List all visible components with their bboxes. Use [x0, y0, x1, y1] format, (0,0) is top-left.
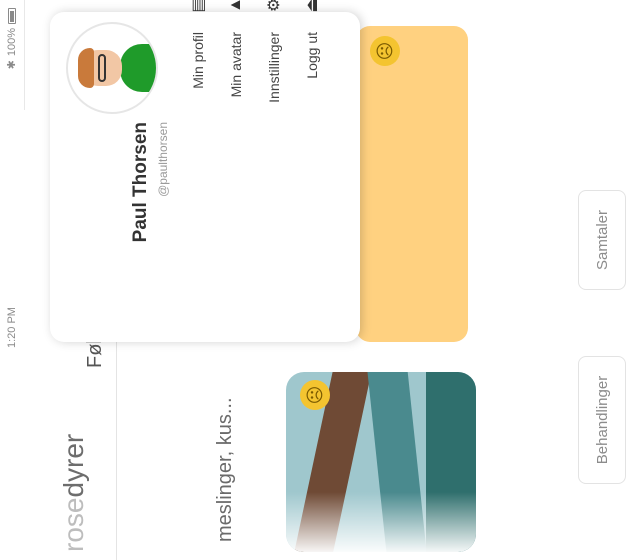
menu-item-label: Min profil — [190, 32, 206, 89]
status-time: 1:20 PM — [6, 307, 18, 348]
avatar-icon: ▲ — [227, 0, 244, 13]
menu-item-label: Min avatar — [228, 32, 244, 98]
avatar-shirt — [120, 44, 158, 92]
rotated-screen: 1:20 PM ✱ 100% rosedyrer Føle meslinger,… — [0, 0, 642, 560]
page-title: rosedyrer — [58, 434, 90, 552]
menu-item-innstillinger[interactable]: Innstillinger ⚙ — [258, 0, 290, 206]
menu-item-min-avatar[interactable]: Min avatar ▲ — [220, 0, 252, 206]
page-title-main: dyrer — [58, 433, 89, 498]
status-bar: 1:20 PM ✱ 100% — [0, 0, 25, 560]
worried-emoji-icon: ☹ — [300, 380, 330, 410]
battery-percentage: 100% — [5, 28, 18, 57]
gear-icon: ⚙ — [266, 0, 283, 13]
content-card-yellow[interactable]: ☹ — [356, 26, 468, 342]
logout-icon: ⏏ — [304, 0, 321, 13]
user-name: Paul Thorsen — [130, 122, 151, 243]
behandlinger-button[interactable]: Behandlinger — [578, 356, 626, 484]
menu-item-label: Innstillinger — [266, 32, 282, 103]
category-description: meslinger, kus... — [214, 397, 236, 542]
content-card-image[interactable]: ☹ — [286, 372, 476, 552]
menu-item-label: Logg ut — [304, 32, 320, 79]
user-handle: @paulthorsen — [156, 122, 170, 197]
bluetooth-icon: ✱ — [6, 60, 18, 70]
app-viewport: 1:20 PM ✱ 100% rosedyrer Føle meslinger,… — [0, 0, 642, 560]
sad-emoji-icon: ☹ — [370, 36, 400, 66]
avatar-glasses — [98, 54, 106, 82]
status-indicators: ✱ 100% — [5, 8, 18, 69]
profile-popup: Paul Thorsen @paulthorsen Min profil ▤ M… — [50, 0, 360, 342]
battery-icon — [7, 8, 16, 24]
card-fade-overlay — [286, 492, 476, 552]
avatar-hair — [78, 48, 94, 88]
menu-item-min-profil[interactable]: Min profil ▤ — [182, 0, 214, 206]
profile-icon: ▤ — [190, 0, 207, 13]
menu-item-logg-ut[interactable]: Logg ut ⏏ — [296, 0, 328, 206]
page-title-faded: rose — [58, 497, 89, 552]
avatar[interactable] — [66, 22, 158, 114]
samtaler-button[interactable]: Samtaler — [578, 190, 626, 290]
